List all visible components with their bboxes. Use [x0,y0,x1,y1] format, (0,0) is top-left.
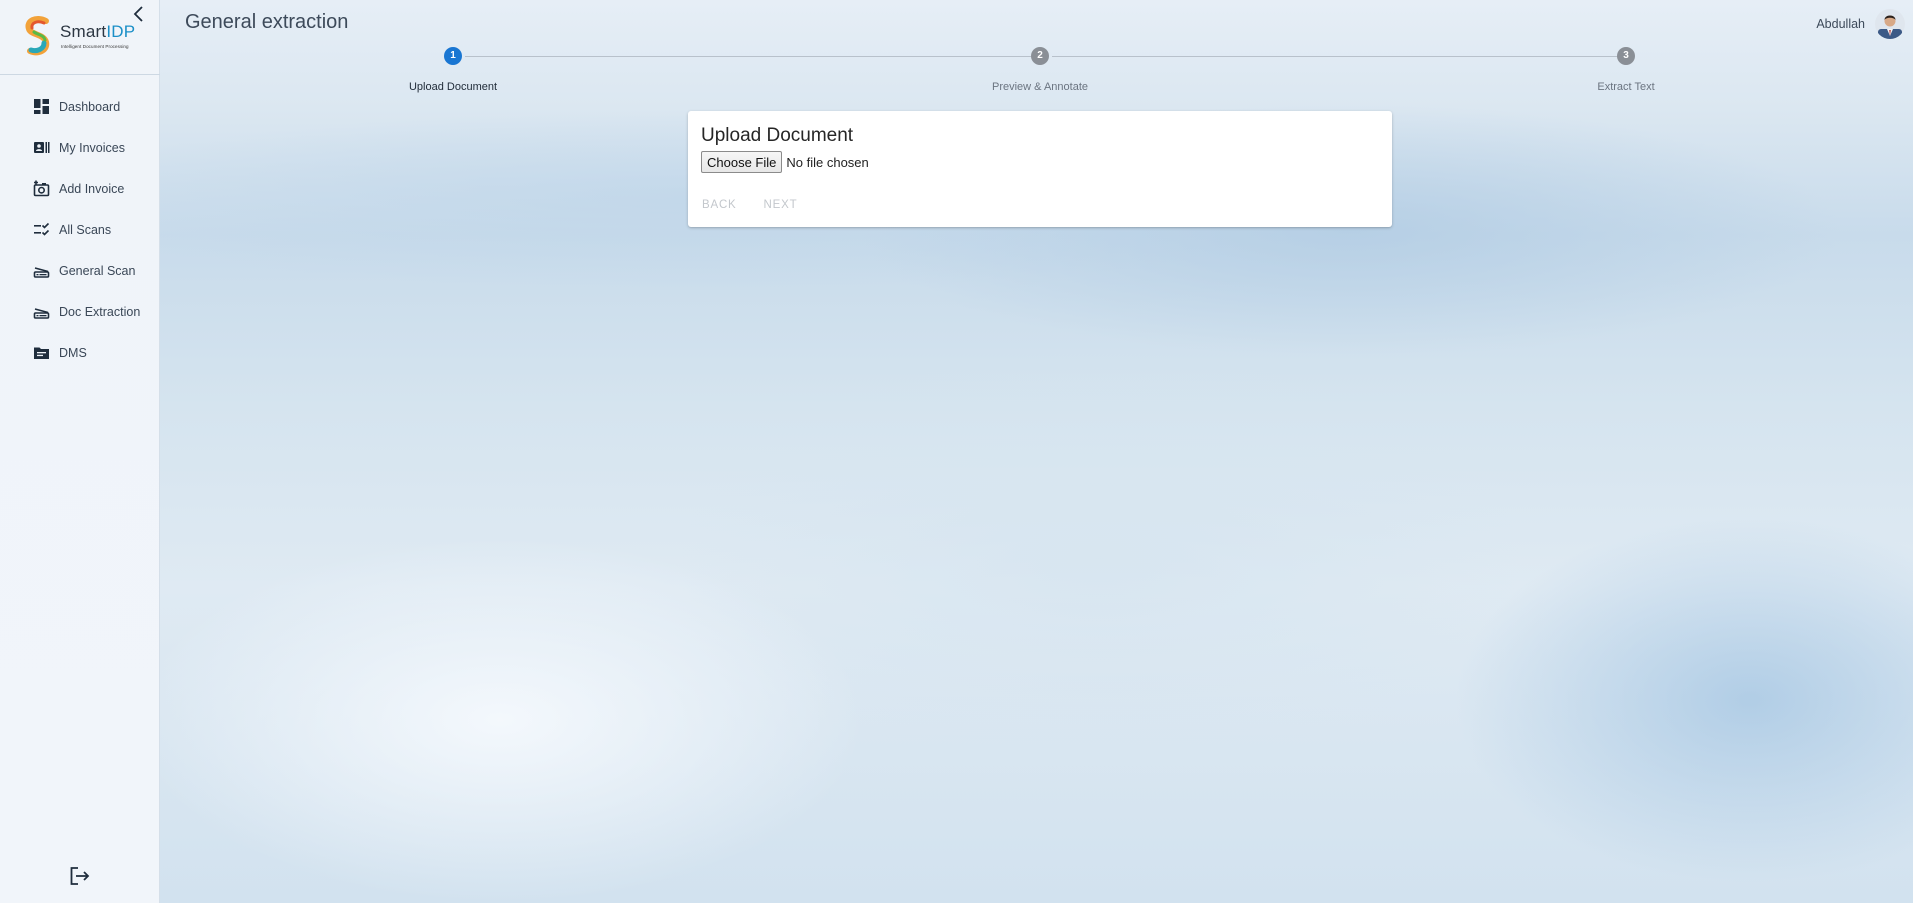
sidebar-item-dms[interactable]: DMS [0,332,160,373]
sidebar-item-my-invoices[interactable]: My Invoices [0,127,160,168]
upload-card: Upload Document Choose File No file chos… [688,111,1392,227]
sidebar-nav: Dashboard My Invoices Add Invoice All Sc… [0,86,160,373]
sidebar-item-all-scans[interactable]: All Scans [0,209,160,250]
card-actions: BACK NEXT [697,199,819,211]
sidebar-item-label: My Invoices [59,140,125,155]
sidebar-item-label: Doc Extraction [59,304,141,319]
add-photo-icon [33,180,50,197]
choose-file-button[interactable]: Choose File [701,151,783,173]
file-status: No file chosen [786,154,869,170]
dashboard-icon [34,99,49,114]
checklist-icon [34,222,50,236]
progress-stepper: 1 Upload Document 2 Preview & Annotate 3… [0,46,1913,96]
step-connector [465,56,1031,57]
next-button[interactable]: NEXT [759,199,803,211]
page-title: General extraction [185,11,349,33]
scanner-icon [33,308,50,319]
user-avatar-icon [1875,9,1905,39]
file-input: Choose File No file chosen [701,151,869,173]
sidebar-item-label: Dashboard [59,99,121,114]
logo-text: SmartIDP [60,22,136,41]
sidebar-item-label: Add Invoice [59,181,125,196]
sidebar-item-general-scan[interactable]: General Scan [0,250,160,291]
user-menu: Abdullah [1816,9,1905,39]
folder-icon [34,347,49,359]
invoice-list-icon [34,142,50,153]
sidebar: SmartIDP Intelligent Document Processing… [0,0,160,903]
chevron-left-icon[interactable] [130,4,148,24]
back-button[interactable]: BACK [697,199,742,211]
sidebar-item-label: All Scans [59,222,112,237]
card-title: Upload Document [701,125,854,146]
step-3-label[interactable]: Extract Text [1526,81,1726,93]
step-2-indicator[interactable]: 2 [1031,47,1049,65]
sidebar-item-label: General Scan [59,263,136,278]
logout-icon[interactable] [69,866,91,886]
user-name: Abdullah [1816,17,1865,31]
step-1-indicator[interactable]: 1 [444,47,462,65]
step-2-label[interactable]: Preview & Annotate [940,81,1140,93]
scanner-icon [33,267,50,278]
sidebar-item-add-invoice[interactable]: Add Invoice [0,168,160,209]
step-1-label[interactable]: Upload Document [353,81,553,93]
avatar[interactable] [1875,9,1905,39]
sidebar-item-doc-extraction[interactable]: Doc Extraction [0,291,160,332]
sidebar-item-label: DMS [59,345,87,360]
step-connector [1052,56,1617,57]
step-3-indicator[interactable]: 3 [1617,47,1635,65]
